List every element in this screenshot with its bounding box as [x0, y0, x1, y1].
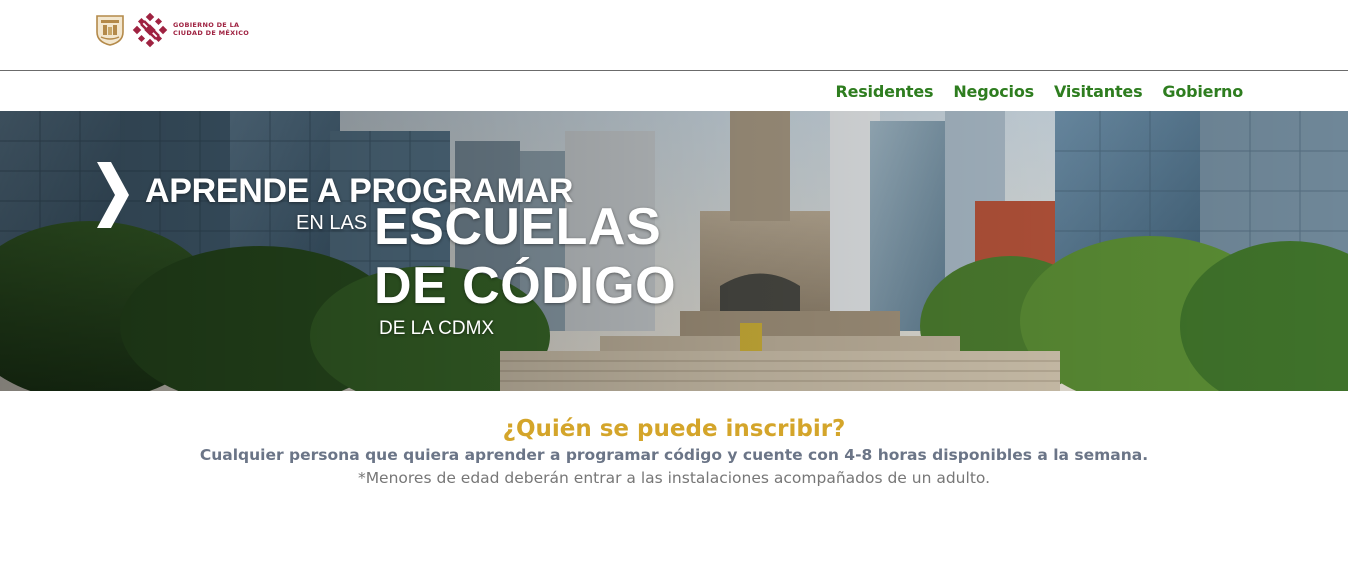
nav-item-visitantes[interactable]: Visitantes — [1054, 82, 1143, 101]
nav-item-negocios[interactable]: Negocios — [953, 82, 1034, 101]
chevron-right-icon — [97, 162, 129, 228]
eligibility-section: ¿Quién se puede inscribir? Cualquier per… — [0, 414, 1348, 490]
banner-title-line-5: DE LA CDMX — [379, 318, 495, 339]
logo-line-1: GOBIERNO DE LA — [173, 21, 240, 29]
eligibility-heading: ¿Quién se puede inscribir? — [502, 416, 846, 442]
cdmx-logo-icon[interactable] — [132, 12, 168, 48]
logo-text[interactable]: GOBIERNO DE LA CIUDAD DE MÉXICO — [173, 21, 249, 37]
eligibility-text: Cualquier persona que quiera aprender a … — [199, 446, 1149, 464]
banner-title-line-4: DE CÓDIGO — [374, 257, 677, 315]
logo-line-2: CIUDAD DE MÉXICO — [173, 29, 250, 37]
banner-title-line-2: EN LAS — [296, 212, 368, 234]
site-header: GOBIERNO DE LA CIUDAD DE MÉXICO — [0, 0, 1348, 70]
main-nav: Residentes Negocios Visitantes Gobierno — [835, 82, 1243, 101]
banner-title-line-3: ESCUELAS — [374, 198, 662, 256]
nav-item-gobierno[interactable]: Gobierno — [1162, 82, 1243, 101]
hero-background-image — [0, 111, 1348, 391]
header-divider — [0, 70, 1348, 71]
city-crest-icon[interactable] — [95, 14, 125, 46]
eligibility-note: *Menores de edad deberán entrar a las in… — [357, 469, 991, 487]
nav-item-residentes[interactable]: Residentes — [835, 82, 933, 101]
hero-banner: APRENDE A PROGRAMAR EN LAS ESCUELAS DE C… — [0, 111, 1348, 391]
